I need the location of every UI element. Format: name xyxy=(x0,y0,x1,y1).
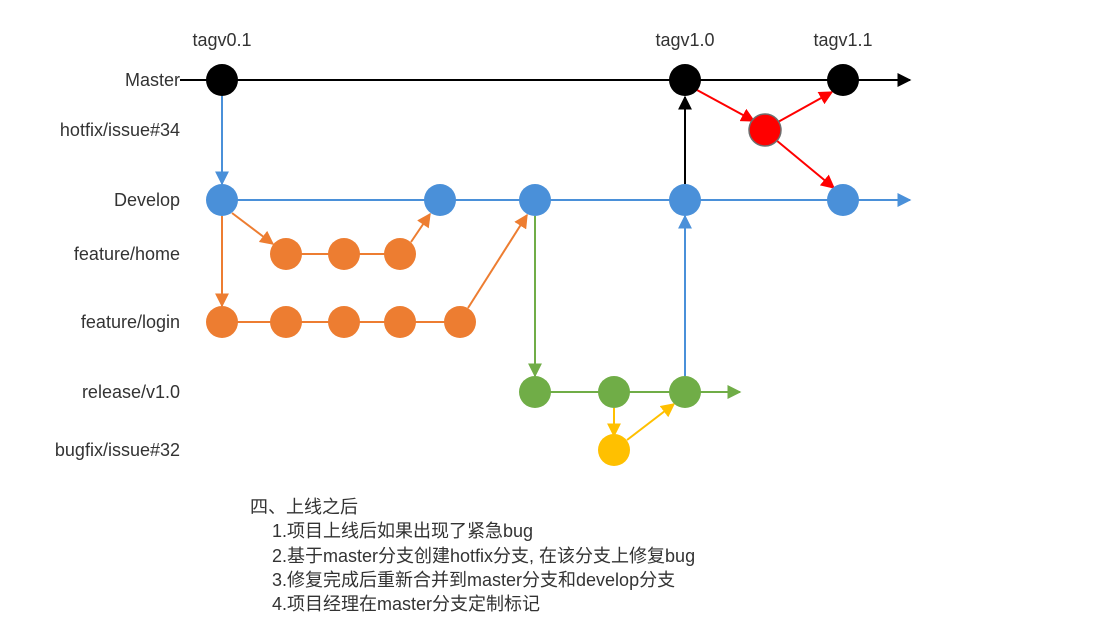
node-develop-3 xyxy=(669,184,701,216)
node-develop-2 xyxy=(519,184,551,216)
edge-h0-m2 xyxy=(778,92,832,122)
edge-m1-h0 xyxy=(697,90,754,121)
notes-title: 四、上线之后 xyxy=(250,495,695,519)
node-release-0 xyxy=(519,376,551,408)
edge-h0-d4 xyxy=(776,140,834,188)
node-master-2 xyxy=(827,64,859,96)
edge-fh2-d1 xyxy=(411,214,430,242)
node-feature-login-4 xyxy=(444,306,476,338)
notes-line-4: 4.项目经理在master分支定制标记 xyxy=(250,592,695,616)
node-hotfix-0 xyxy=(749,114,781,146)
node-develop-4 xyxy=(827,184,859,216)
node-feature-home-0 xyxy=(270,238,302,270)
notes-line-3: 3.修复完成后重新合并到master分支和develop分支 xyxy=(250,568,695,592)
node-feature-login-2 xyxy=(328,306,360,338)
node-develop-0 xyxy=(206,184,238,216)
node-master-1 xyxy=(669,64,701,96)
edge-b0-r2 xyxy=(627,404,674,440)
node-feature-home-2 xyxy=(384,238,416,270)
notes-line-1: 1.项目上线后如果出现了紧急bug xyxy=(250,519,695,543)
node-master-0 xyxy=(206,64,238,96)
edge-fl4-d2 xyxy=(468,215,527,308)
node-feature-login-0 xyxy=(206,306,238,338)
node-feature-home-1 xyxy=(328,238,360,270)
node-release-2 xyxy=(669,376,701,408)
notes-line-2: 2.基于master分支创建hotfix分支, 在该分支上修复bug xyxy=(250,544,695,568)
edge-d0-fh0 xyxy=(232,213,273,244)
node-release-1 xyxy=(598,376,630,408)
notes-block: 四、上线之后 1.项目上线后如果出现了紧急bug 2.基于master分支创建h… xyxy=(250,495,695,616)
node-feature-login-3 xyxy=(384,306,416,338)
node-bugfix-0 xyxy=(598,434,630,466)
node-feature-login-1 xyxy=(270,306,302,338)
node-develop-1 xyxy=(424,184,456,216)
